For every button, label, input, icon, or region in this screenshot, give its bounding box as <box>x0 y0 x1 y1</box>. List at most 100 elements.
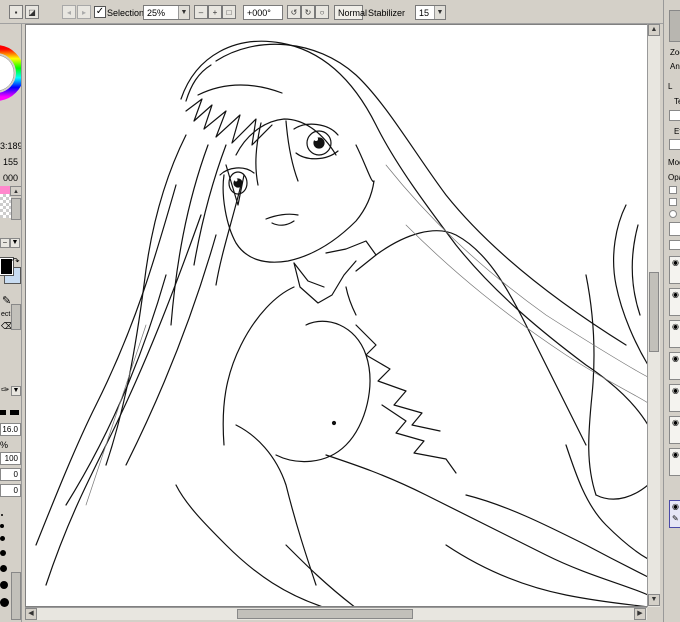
option-radio[interactable] <box>669 210 677 218</box>
te-label: Te <box>674 97 680 106</box>
zoom-reset-icon[interactable]: □ <box>222 5 236 19</box>
brush-size-presets[interactable] <box>0 510 10 620</box>
transparent-swatch[interactable] <box>0 194 11 218</box>
brush-preset-dot[interactable] <box>0 598 9 607</box>
stabilizer-label: Stabilizer <box>368 8 406 18</box>
texture-field[interactable] <box>669 110 680 121</box>
layer-item[interactable]: ◉ <box>669 416 680 444</box>
brush-preset-dot[interactable] <box>0 524 4 528</box>
eye-icon[interactable]: ◉ <box>672 387 679 395</box>
blend-mode-select[interactable]: Normal <box>334 5 367 20</box>
color-wheel-icon[interactable] <box>0 28 22 128</box>
brush-preset-dot[interactable] <box>0 565 7 572</box>
layer-label: L <box>668 82 673 91</box>
brush-preset-dot[interactable] <box>0 536 5 541</box>
brush-preset-dot[interactable] <box>1 514 3 516</box>
density-field[interactable]: 100 <box>0 452 21 465</box>
eye-icon[interactable]: ◉ <box>672 503 679 511</box>
deselect-icon[interactable]: ▪ <box>9 5 23 19</box>
tool-scroll-thumb[interactable] <box>11 304 21 330</box>
pen-tool-icon[interactable]: ✎ <box>2 294 11 307</box>
brush-size-value: 16.0 <box>2 425 18 434</box>
left-tool-panel: 3:189 155 000 ▲ – ▼ ↷ ✎ ect ⌫ ✑ ▼ 16.0 %… <box>0 24 22 622</box>
chevron-down-icon: ▼ <box>178 6 189 19</box>
layer-item-selected[interactable]: ◉ ✎ <box>669 500 680 528</box>
readout-value-2: 155 <box>3 157 19 167</box>
mode-label: Mod <box>668 158 680 167</box>
chevron-down-icon: ▼ <box>434 6 445 19</box>
eye-icon[interactable]: ◉ <box>672 451 679 459</box>
ef-label: Ef <box>674 127 680 136</box>
brush-icon[interactable]: ✑ <box>1 385 9 396</box>
brush-preset-dot[interactable] <box>0 550 6 556</box>
zoom-dropdown[interactable]: 25% ▼ <box>143 5 190 20</box>
rotate-right-icon[interactable]: ↻ <box>301 5 315 19</box>
setting-value-1: 0 <box>13 470 18 479</box>
lineart-drawing <box>35 40 648 606</box>
horizontal-scroll-thumb[interactable] <box>237 609 413 619</box>
vertical-scroll-thumb[interactable] <box>649 272 659 352</box>
eye-icon[interactable]: ◉ <box>672 291 679 299</box>
layer-item[interactable]: ◉ <box>669 384 680 412</box>
brush-shape-square[interactable] <box>0 410 6 415</box>
brush-preset-dot[interactable] <box>0 581 8 589</box>
brush-scroll-thumb[interactable] <box>11 572 21 620</box>
zoom-label: Zoo <box>670 48 680 57</box>
redo-icon[interactable]: ▸ <box>77 5 91 19</box>
layer-item[interactable]: ◉ <box>669 448 680 476</box>
eye-icon[interactable]: ◉ <box>672 355 679 363</box>
selection-checkbox[interactable]: ✓ <box>94 6 106 18</box>
rotation-value: +000° <box>247 8 271 18</box>
layer-item[interactable]: ◉ <box>669 320 680 348</box>
scroll-up-icon[interactable]: ▲ <box>10 186 21 196</box>
blend-mode-value: Normal <box>338 8 368 18</box>
scroll-down-icon[interactable]: ▼ <box>648 594 660 606</box>
navigator-preview[interactable] <box>669 10 680 42</box>
zoom-out-icon[interactable]: – <box>194 5 208 19</box>
palette-scroll-thumb[interactable] <box>11 198 21 220</box>
effect-field[interactable] <box>669 139 680 150</box>
brush-shape-flat[interactable] <box>10 410 19 415</box>
eye-icon[interactable]: ◉ <box>672 323 679 331</box>
pen-icon: ✎ <box>672 514 679 523</box>
color-readout: 3:189 <box>0 141 22 151</box>
scroll-left-icon[interactable]: ◀ <box>25 608 37 620</box>
invert-selection-icon[interactable]: ◪ <box>25 5 39 19</box>
layer-action-button[interactable] <box>669 222 680 236</box>
horizontal-scrollbar[interactable]: ◀ ▶ <box>25 607 647 620</box>
scroll-up-icon[interactable]: ▲ <box>648 24 660 36</box>
selection-label: Selection <box>107 8 145 18</box>
rotate-left-icon[interactable]: ↺ <box>287 5 301 19</box>
zoom-in-icon[interactable]: + <box>208 5 222 19</box>
collapse-icon[interactable]: – <box>0 238 10 248</box>
setting-field-2[interactable]: 0 <box>0 484 21 497</box>
rotate-reset-icon[interactable]: ○ <box>315 5 329 19</box>
swap-colors-icon[interactable]: ↷ <box>12 256 20 267</box>
brush-size-field[interactable]: 16.0 <box>0 423 21 436</box>
layer-item[interactable]: ◉ <box>669 352 680 380</box>
chevron-down-icon[interactable]: ▼ <box>11 386 21 396</box>
eye-icon[interactable]: ◉ <box>672 259 679 267</box>
stabilizer-dropdown[interactable]: 15 ▼ <box>415 5 446 20</box>
right-layer-panel: Zoo Ang L Te Ef Mod Opa ◉ ◉ ◉ ◉ ◉ ◉ ◉ ◉✎ <box>663 0 680 622</box>
readout-value-3: 000 <box>3 173 19 183</box>
undo-icon[interactable]: ◂ <box>62 5 76 19</box>
opacity-label: Opa <box>668 173 680 182</box>
paint-app-window: ▪ ◪ ◂ ▸ ✓ Selection 25% ▼ – + □ +000° ↺ … <box>0 0 680 622</box>
layer-item[interactable]: ◉ <box>669 256 680 284</box>
drawing-canvas[interactable] <box>25 24 660 607</box>
setting-field-1[interactable]: 0 <box>0 468 21 481</box>
scroll-right-icon[interactable]: ▶ <box>634 608 646 620</box>
eye-icon[interactable]: ◉ <box>672 419 679 427</box>
setting-value-2: 0 <box>13 486 18 495</box>
percent-label: % <box>0 440 9 450</box>
top-toolbar: ▪ ◪ ◂ ▸ ✓ Selection 25% ▼ – + □ +000° ↺ … <box>0 0 680 24</box>
zoom-value: 25% <box>147 8 166 18</box>
vertical-scrollbar[interactable]: ▲ ▼ <box>647 24 660 607</box>
layer-action-button-2[interactable] <box>669 240 680 250</box>
rotation-dropdown[interactable]: +000° <box>243 5 283 20</box>
option-checkbox-1[interactable] <box>669 186 677 194</box>
layer-item[interactable]: ◉ <box>669 288 680 316</box>
option-checkbox-2[interactable] <box>669 198 677 206</box>
chevron-down-icon[interactable]: ▼ <box>10 238 20 248</box>
